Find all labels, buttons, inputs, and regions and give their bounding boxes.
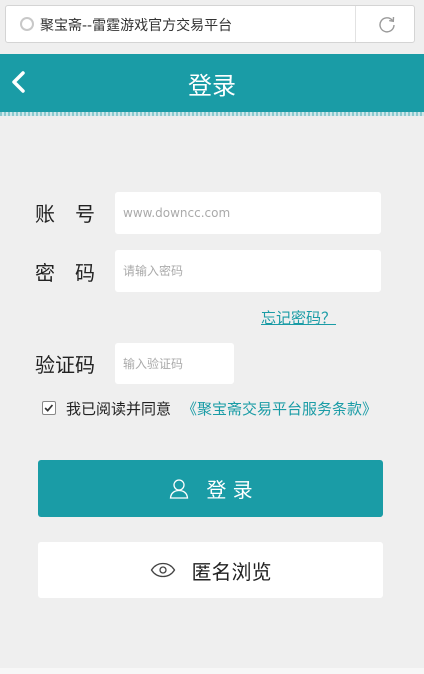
password-input[interactable] [115,250,381,292]
address-divider [355,6,356,42]
anonymous-browse-button[interactable]: 匿名浏览 [38,542,383,598]
agree-checkbox[interactable] [42,401,56,415]
footer-strip [0,668,424,674]
login-button[interactable]: 登 录 [38,460,383,517]
checkmark-icon [44,404,54,412]
user-icon [170,478,189,499]
captcha-label: 验证码 [35,353,95,377]
browser-toolbar: 聚宝斋--雷霆游戏官方交易平台 [0,0,424,54]
agree-text: 我已阅读并同意 [66,400,172,418]
reload-icon[interactable] [377,14,397,34]
account-input[interactable] [115,192,381,234]
eye-icon [150,562,175,578]
forgot-password-link[interactable]: 忘记密码？ [261,307,336,328]
password-label: 密 码 [35,261,95,285]
header-title: 登录 [188,72,236,100]
anonymous-browse-label: 匿名浏览 [191,559,272,584]
login-button-label: 登 录 [206,478,253,502]
page-title: 聚宝斋--雷霆游戏官方交易平台 [40,18,233,34]
address-bar[interactable]: 聚宝斋--雷霆游戏官方交易平台 [5,5,415,43]
captcha-input[interactable] [115,343,234,384]
header-divider [0,112,424,116]
app-header: 登录 [0,54,424,112]
globe-icon [20,17,34,31]
terms-link[interactable]: 《聚宝斋交易平台服务条款》 [182,398,377,419]
account-label: 账 号 [35,202,95,226]
